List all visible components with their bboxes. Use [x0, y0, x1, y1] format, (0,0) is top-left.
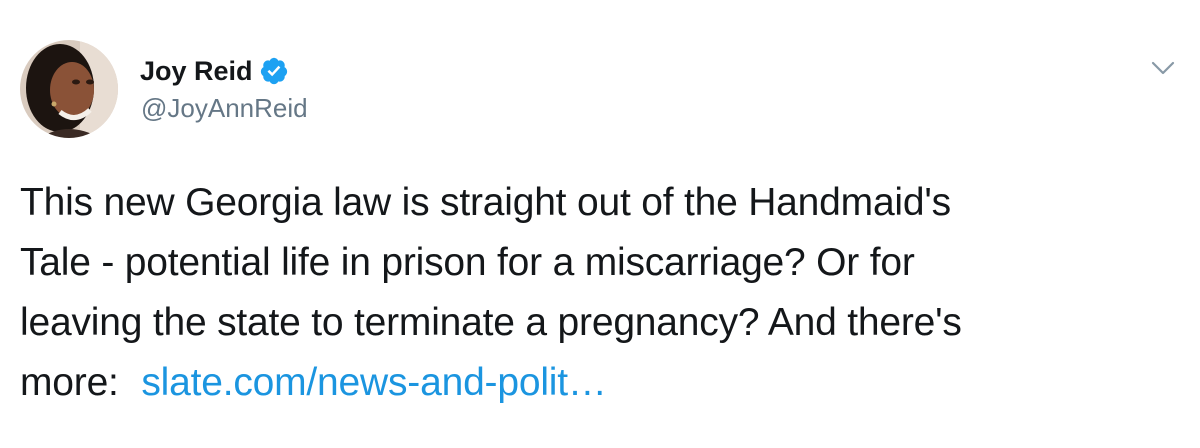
chevron-down-icon[interactable]	[1148, 54, 1178, 80]
verified-badge-icon	[259, 56, 289, 86]
tweet-text-line: This new Georgia law is straight out of …	[20, 181, 951, 224]
tweet-text-line: Tale - potential life in prison for a mi…	[20, 241, 915, 284]
tweet-link[interactable]: slate.com/news-and-polit…	[141, 361, 607, 404]
profile-photo-icon	[20, 40, 118, 138]
author-name-row: Joy Reid	[140, 53, 289, 89]
tweet-text-line-last: more: slate.com/news-and-polit…	[20, 353, 1160, 413]
tweet-text: This new Georgia law is straight out of …	[20, 173, 1160, 413]
author-display-name[interactable]: Joy Reid	[140, 53, 253, 89]
tweet-text-line: leaving the state to terminate a pregnan…	[20, 301, 962, 344]
author-handle[interactable]: @JoyAnnReid	[141, 91, 308, 125]
tweet-text-line-fragment: more:	[20, 361, 130, 404]
tweet-card: Joy Reid @JoyAnnReid This new Georgia la…	[0, 0, 1200, 448]
avatar[interactable]	[20, 40, 118, 138]
